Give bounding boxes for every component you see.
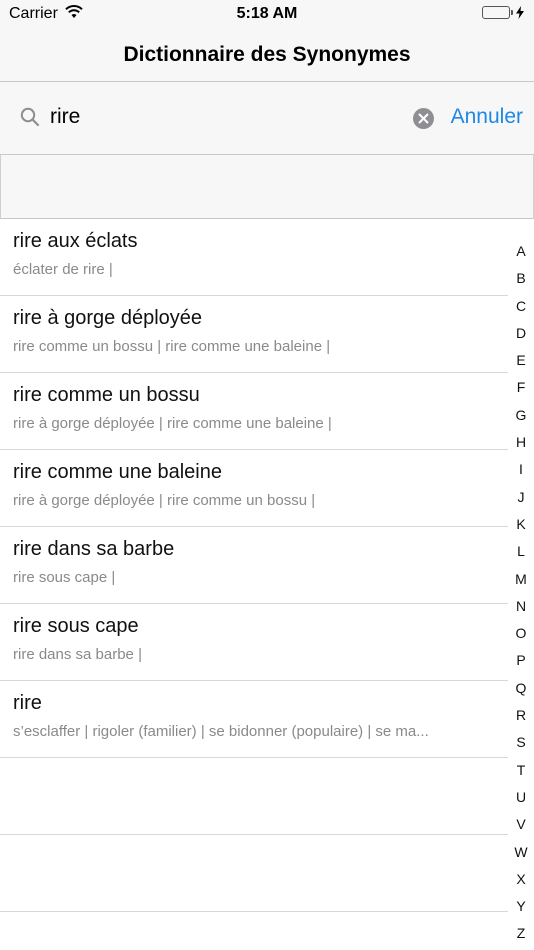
search-input[interactable]: rire xyxy=(14,96,434,140)
index-letter-u[interactable]: U xyxy=(516,784,526,811)
index-letter-o[interactable]: O xyxy=(516,620,527,647)
list-item[interactable]: rire à gorge déployée rire comme un boss… xyxy=(0,296,508,373)
index-letter-p[interactable]: P xyxy=(516,647,525,674)
index-letter-w[interactable]: W xyxy=(514,839,527,866)
navigation-bar: Dictionnaire des Synonymes xyxy=(0,28,534,82)
list-item[interactable]: rire comme un bossu rire à gorge déployé… xyxy=(0,373,508,450)
index-letter-g[interactable]: G xyxy=(516,402,527,429)
clock: 5:18 AM xyxy=(236,5,298,22)
item-title: rire comme un bossu xyxy=(13,384,200,406)
item-subtitle: rire comme un bossu | rire comme une bal… xyxy=(13,338,331,355)
item-title: rire à gorge déployée xyxy=(13,307,203,329)
section-index[interactable]: ABCDEFGHIJKLMNOPQRSTUVWXYZ xyxy=(508,238,534,948)
index-letter-s[interactable]: S xyxy=(516,729,525,756)
item-subtitle: s’esclaffer | rigoler (familier) | se bi… xyxy=(13,723,429,740)
index-letter-x[interactable]: X xyxy=(516,866,525,893)
index-letter-f[interactable]: F xyxy=(517,374,526,401)
item-subtitle: rire à gorge déployée | rire comme un bo… xyxy=(13,492,316,509)
index-letter-t[interactable]: T xyxy=(517,757,526,784)
index-letter-r[interactable]: R xyxy=(516,702,526,729)
empty-row xyxy=(0,835,508,912)
list-item[interactable]: rire sous cape rire dans sa barbe | xyxy=(0,604,508,681)
search-query[interactable]: rire xyxy=(50,105,80,129)
item-title: rire comme une baleine xyxy=(13,461,222,483)
index-letter-c[interactable]: C xyxy=(516,293,526,320)
index-letter-e[interactable]: E xyxy=(516,347,525,374)
index-letter-a[interactable]: A xyxy=(516,238,525,265)
index-letter-k[interactable]: K xyxy=(516,511,525,538)
item-title: rire aux éclats xyxy=(13,230,138,252)
list-item[interactable]: rire s’esclaffer | rigoler (familier) | … xyxy=(0,681,508,758)
index-letter-l[interactable]: L xyxy=(517,538,525,565)
list-item[interactable]: rire aux éclats éclater de rire | xyxy=(0,219,508,296)
results-list: rire aux éclats éclater de rire | rire à… xyxy=(0,219,508,912)
status-bar: Carrier 5:18 AM xyxy=(0,0,534,28)
index-letter-n[interactable]: N xyxy=(516,593,526,620)
item-subtitle: rire sous cape | xyxy=(13,569,116,586)
empty-row xyxy=(0,758,508,835)
search-icon xyxy=(20,107,40,132)
results-header xyxy=(0,155,534,219)
index-letter-h[interactable]: H xyxy=(516,429,526,456)
index-letter-v[interactable]: V xyxy=(516,811,525,838)
list-item[interactable]: rire dans sa barbe rire sous cape | xyxy=(0,527,508,604)
index-letter-j[interactable]: J xyxy=(518,484,525,511)
charging-bolt-icon xyxy=(516,6,524,19)
cancel-button[interactable]: Annuler xyxy=(451,105,523,129)
index-letter-b[interactable]: B xyxy=(516,265,525,292)
index-letter-z[interactable]: Z xyxy=(517,920,526,947)
page-title: Dictionnaire des Synonymes xyxy=(123,43,411,66)
item-subtitle: rire dans sa barbe | xyxy=(13,646,142,663)
list-item[interactable]: rire comme une baleine rire à gorge dépl… xyxy=(0,450,508,527)
item-subtitle: rire à gorge déployée | rire comme une b… xyxy=(13,415,332,432)
item-subtitle: éclater de rire | xyxy=(13,261,113,278)
item-title: rire xyxy=(13,692,42,714)
clear-icon[interactable] xyxy=(413,108,434,129)
item-title: rire dans sa barbe xyxy=(13,538,175,560)
index-letter-q[interactable]: Q xyxy=(516,675,527,702)
index-letter-i[interactable]: I xyxy=(519,456,523,483)
search-bar: rire Annuler xyxy=(0,82,534,155)
item-title: rire sous cape xyxy=(13,615,139,637)
index-letter-d[interactable]: D xyxy=(516,320,526,347)
battery-icon xyxy=(482,6,524,19)
index-letter-m[interactable]: M xyxy=(515,566,527,593)
index-letter-y[interactable]: Y xyxy=(516,893,525,920)
